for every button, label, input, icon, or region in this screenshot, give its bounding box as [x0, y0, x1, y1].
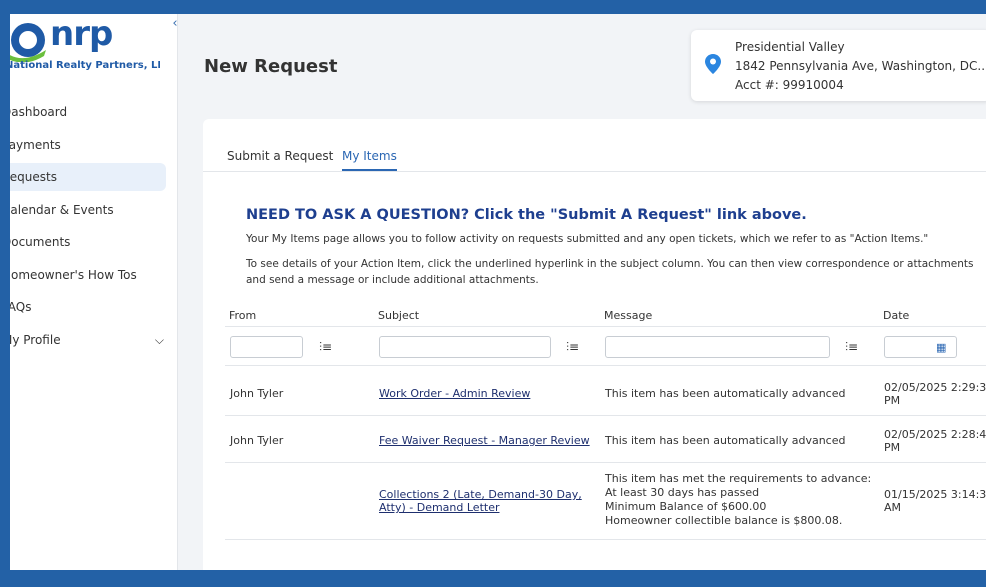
row2-from: John Tyler: [230, 434, 284, 447]
company-name: National Realty Partners, LLC: [10, 60, 160, 71]
row1-date: 02/05/2025 2:29:3 PM: [884, 381, 986, 407]
row3-message: This item has met the requirements to ad…: [605, 472, 872, 527]
sidebar-item-label: Payments: [10, 137, 61, 152]
filter-icon[interactable]: ⫶≡: [319, 340, 332, 354]
sidebar-item-calendar-events[interactable]: Calendar & Events: [10, 196, 166, 224]
chevron-down-icon: ⌵: [154, 332, 164, 347]
row-divider: [225, 365, 986, 366]
row1-message: This item has been automatically advance…: [605, 387, 846, 400]
row3-date: 01/15/2025 3:14:3 AM: [884, 488, 986, 514]
sidebar: nrp National Realty Partners, LLC ‹ Dash…: [10, 14, 178, 570]
tab-my-items[interactable]: My Items: [342, 149, 397, 171]
question-heading: NEED TO ASK A QUESTION? Click the "Submi…: [246, 207, 807, 223]
sidebar-item-label: My Profile: [10, 332, 61, 347]
property-address: 1842 Pennsylvania Ave, Washington, DC...: [735, 59, 986, 73]
sidebar-nav: Dashboard Payments Requests Calendar & E…: [10, 98, 166, 358]
app-window: nrp National Realty Partners, LLC ‹ Dash…: [10, 14, 986, 570]
tab-bar: Submit a Request My Items: [203, 119, 986, 172]
chevron-left-icon[interactable]: ‹: [168, 16, 182, 32]
sidebar-item-label: Homeowner's How Tos: [10, 267, 137, 282]
property-card[interactable]: Presidential Valley 1842 Pennsylvania Av…: [691, 30, 986, 101]
intro-paragraph: Your My Items page allows you to follow …: [246, 233, 929, 245]
main-card: Submit a Request My Items NEED TO ASK A …: [203, 119, 986, 570]
property-name: Presidential Valley: [735, 40, 845, 54]
row2-subject-link[interactable]: Fee Waiver Request - Manager Review: [379, 434, 590, 447]
property-account: Acct #: 99910004: [735, 78, 844, 92]
logo-mark-icon: [10, 23, 46, 62]
row1-subject-link[interactable]: Work Order - Admin Review: [379, 387, 530, 400]
sidebar-item-my-profile[interactable]: My Profile ⌵: [10, 326, 166, 354]
filter-icon[interactable]: ⫶≡: [845, 340, 858, 354]
row-divider: [225, 415, 986, 416]
row1-from: John Tyler: [230, 387, 284, 400]
calendar-icon[interactable]: ▦: [936, 341, 946, 354]
column-header-subject[interactable]: Subject: [378, 309, 419, 322]
row-divider: [225, 462, 986, 463]
header-divider: [225, 326, 986, 327]
sidebar-item-label: Calendar & Events: [10, 202, 114, 217]
sidebar-item-dashboard[interactable]: Dashboard: [10, 98, 166, 126]
sidebar-item-label: Dashboard: [10, 105, 68, 119]
sidebar-item-label: Documents: [10, 235, 71, 249]
sidebar-item-label: FAQs: [10, 300, 32, 314]
row-divider: [225, 539, 986, 540]
sidebar-item-payments[interactable]: Payments: [10, 131, 166, 159]
column-header-from[interactable]: From: [229, 309, 256, 322]
page-title: New Request: [204, 56, 338, 77]
sidebar-item-documents[interactable]: Documents: [10, 228, 166, 256]
row2-message: This item has been automatically advance…: [605, 434, 846, 447]
message-filter-input[interactable]: [605, 336, 830, 358]
instructions-paragraph: To see details of your Action Item, clic…: [246, 258, 974, 286]
sidebar-item-homeowners-how-tos[interactable]: Homeowner's How Tos: [10, 261, 166, 289]
sidebar-item-requests[interactable]: Requests: [10, 163, 166, 191]
tab-submit-request[interactable]: Submit a Request: [227, 149, 333, 169]
column-header-message[interactable]: Message: [604, 309, 652, 322]
from-filter-input[interactable]: [230, 336, 303, 358]
sidebar-item-label: Requests: [10, 170, 57, 184]
row2-date: 02/05/2025 2:28:4 PM: [884, 428, 986, 454]
logo-text: nrp: [50, 18, 113, 54]
property-details: Presidential Valley 1842 Pennsylvania Av…: [735, 38, 986, 95]
logo: nrp National Realty Partners, LLC: [10, 18, 160, 78]
filter-icon[interactable]: ⫶≡: [566, 340, 579, 354]
column-header-date[interactable]: Date: [883, 309, 909, 322]
row3-subject-link[interactable]: Collections 2 (Late, Demand-30 Day, Atty…: [379, 488, 582, 514]
subject-filter-input[interactable]: [379, 336, 551, 358]
location-pin-icon: [705, 54, 721, 74]
sidebar-item-faqs[interactable]: FAQs: [10, 293, 166, 321]
